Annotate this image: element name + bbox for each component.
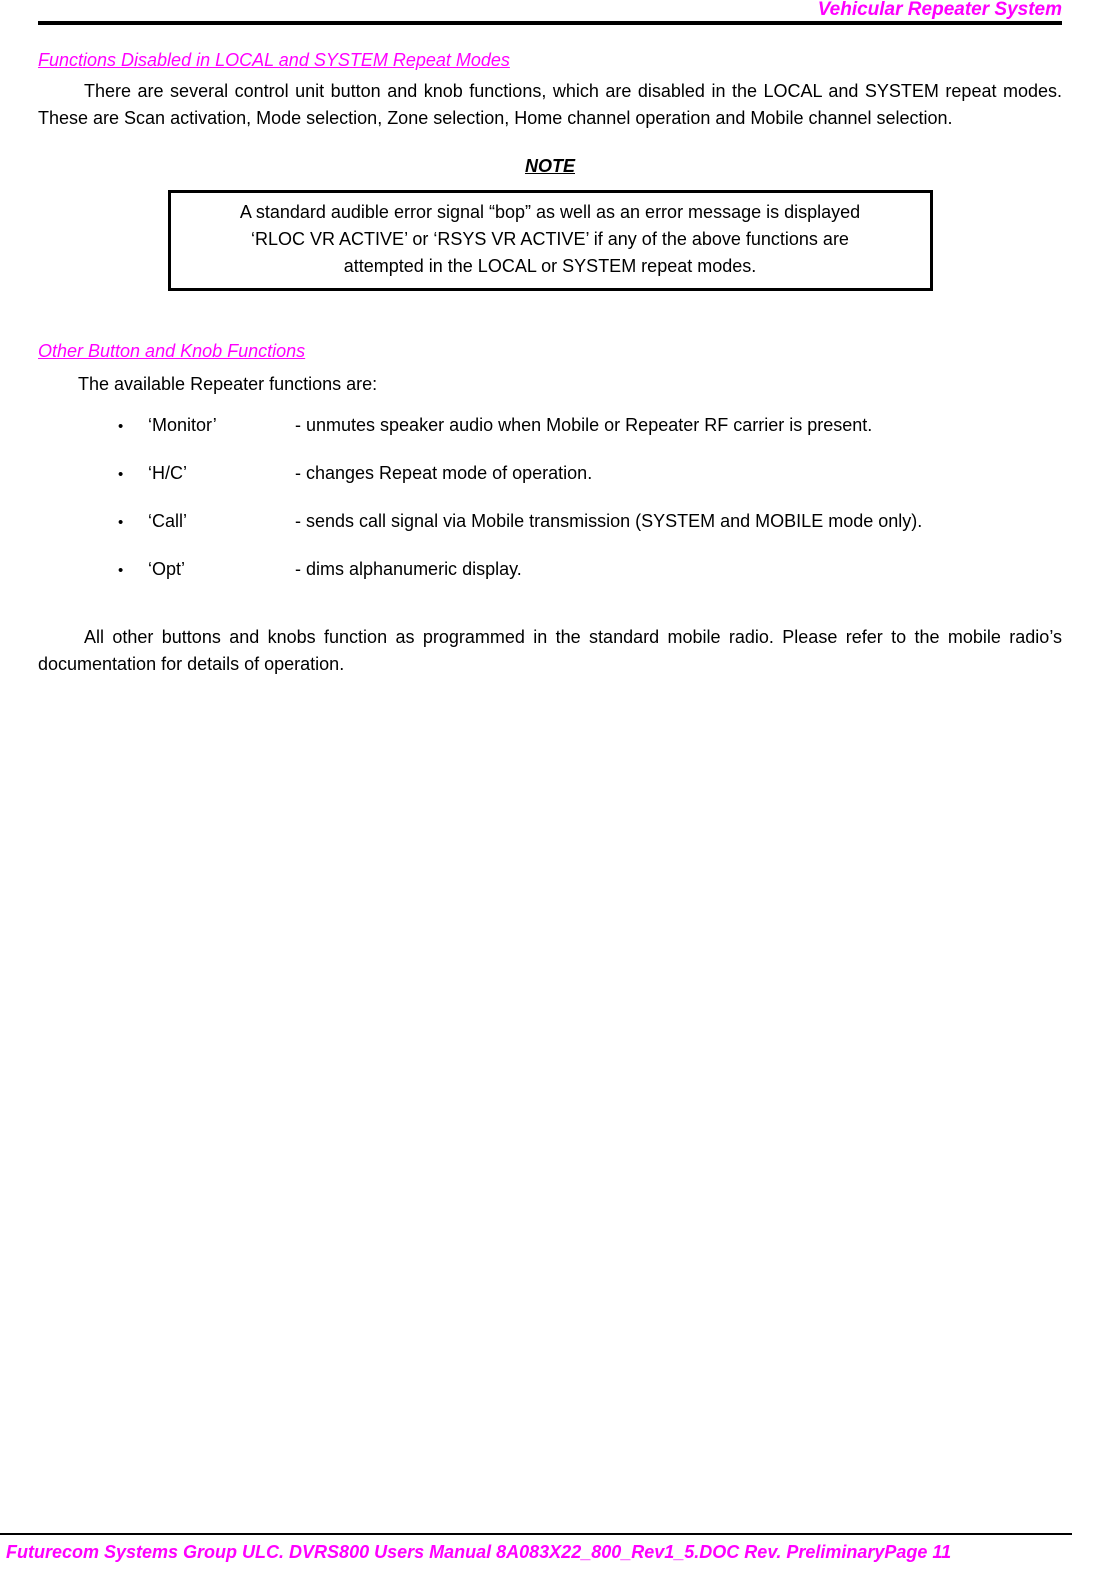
list-item: • ‘Call’ - sends call signal via Mobile … — [38, 508, 1062, 536]
document-page: Vehicular Repeater System Functions Disa… — [0, 0, 1100, 1569]
note-box: A standard audible error signal “bop” as… — [167, 190, 933, 291]
list-item: • ‘Monitor’ - unmutes speaker audio when… — [38, 412, 1062, 440]
bullet-icon: • — [118, 514, 124, 531]
bullet-icon: • — [118, 562, 124, 579]
page-footer: Futurecom Systems Group ULC. DVRS800 Use… — [0, 1533, 1072, 1563]
list-item-term: ‘Opt’ — [148, 559, 186, 579]
list-item-term: ‘Call’ — [148, 511, 188, 531]
paragraph-closing: All other buttons and knobs function as … — [38, 627, 1062, 674]
functions-bullet-list: • ‘Monitor’ - unmutes speaker audio when… — [38, 412, 1062, 584]
footer-text: Futurecom Systems Group ULC. DVRS800 Use… — [6, 1542, 952, 1562]
list-item-description: - dims alphanumeric display. — [295, 559, 522, 579]
footer-rule — [0, 1533, 1072, 1535]
list-item-term: ‘Monitor’ — [148, 415, 217, 435]
section-heading-functions-disabled: Functions Disabled in LOCAL and SYSTEM R… — [38, 50, 510, 70]
list-item: • ‘Opt’ - dims alphanumeric display. — [38, 556, 1062, 584]
note-title: NOTE — [524, 156, 575, 176]
paragraph-available-functions-intro: The available Repeater functions are: — [78, 374, 378, 394]
list-item-description: - changes Repeat mode of operation. — [295, 463, 593, 483]
page-header: Vehicular Repeater System — [38, 0, 1062, 25]
header-rule — [38, 21, 1062, 25]
list-item-description: - sends call signal via Mobile transmiss… — [295, 511, 923, 531]
list-item: • ‘H/C’ - changes Repeat mode of operati… — [38, 460, 1062, 488]
note-line: ‘RLOC VR ACTIVE’ or ‘RSYS VR ACTIVE’ if … — [251, 229, 849, 249]
section-heading-wrap-1: Functions Disabled in LOCAL and SYSTEM R… — [38, 40, 1062, 74]
section-heading-other-button-knob: Other Button and Knob Functions — [38, 341, 306, 361]
section-heading-wrap-2: Other Button and Knob Functions — [38, 331, 1062, 365]
bullet-icon: • — [118, 418, 124, 435]
list-item-description: - unmutes speaker audio when Mobile or R… — [295, 415, 873, 435]
page-content: Functions Disabled in LOCAL and SYSTEM R… — [38, 40, 1062, 678]
note-line: attempted in the LOCAL or SYSTEM repeat … — [343, 256, 757, 276]
header-title: Vehicular Repeater System — [817, 0, 1062, 20]
paragraph-functions-disabled: There are several control unit button an… — [38, 81, 1062, 128]
bullet-icon: • — [118, 466, 124, 483]
note-line: A standard audible error signal “bop” as… — [239, 202, 861, 222]
list-item-term: ‘H/C’ — [148, 463, 187, 483]
